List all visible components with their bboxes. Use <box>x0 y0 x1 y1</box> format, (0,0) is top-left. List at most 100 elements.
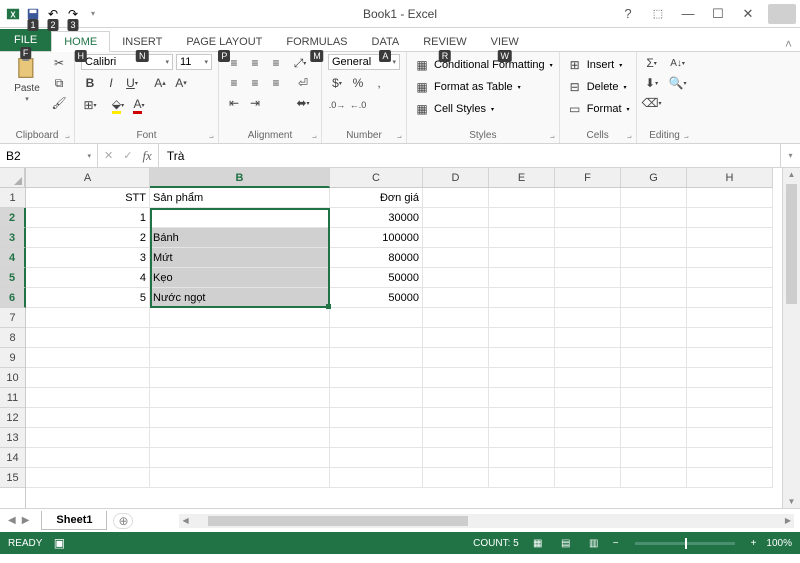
cell-F5[interactable] <box>555 268 621 288</box>
cell-B1[interactable]: Sản phẩm <box>150 188 330 208</box>
cell-F15[interactable] <box>555 468 621 488</box>
align-center-icon[interactable]: ≡ <box>246 74 264 92</box>
font-color-icon[interactable]: A▾ <box>130 96 148 114</box>
cell-H9[interactable] <box>687 348 773 368</box>
scroll-right-icon[interactable]: ▶ <box>782 516 794 525</box>
horizontal-scrollbar[interactable]: ◀ ▶ <box>179 514 794 528</box>
enter-formula-icon[interactable]: ✓ <box>123 149 132 162</box>
expand-formula-bar-icon[interactable]: ▾ <box>780 144 800 167</box>
cell-H15[interactable] <box>687 468 773 488</box>
cell-C1[interactable]: Đơn giá <box>330 188 423 208</box>
italic-button[interactable]: I <box>102 74 120 92</box>
cell-H5[interactable] <box>687 268 773 288</box>
cell-C12[interactable] <box>330 408 423 428</box>
row-header-15[interactable]: 15 <box>0 468 25 488</box>
cell-E15[interactable] <box>489 468 555 488</box>
cell-B5[interactable]: Kẹo <box>150 268 330 288</box>
cell-A3[interactable]: 2 <box>26 228 150 248</box>
cell-G7[interactable] <box>621 308 687 328</box>
cell-C13[interactable] <box>330 428 423 448</box>
sheet-nav-prev-icon[interactable]: ◀ <box>8 515 16 526</box>
column-header-B[interactable]: B <box>150 168 330 188</box>
cell-F4[interactable] <box>555 248 621 268</box>
cell-C2[interactable]: 30000 <box>330 208 423 228</box>
cell-G1[interactable] <box>621 188 687 208</box>
tab-data[interactable]: DATAA <box>360 32 412 51</box>
scroll-left-icon[interactable]: ◀ <box>179 516 191 525</box>
cell-F7[interactable] <box>555 308 621 328</box>
wrap-text-icon[interactable]: ⏎ <box>291 74 315 92</box>
cell-C15[interactable] <box>330 468 423 488</box>
cell-C5[interactable]: 50000 <box>330 268 423 288</box>
cell-D15[interactable] <box>423 468 489 488</box>
qat-dropdown-icon[interactable]: ▾ <box>84 5 102 23</box>
cell-H1[interactable] <box>687 188 773 208</box>
cell-H13[interactable] <box>687 428 773 448</box>
cell-H10[interactable] <box>687 368 773 388</box>
font-size-dropdown[interactable]: 11▾ <box>176 54 212 70</box>
cell-H11[interactable] <box>687 388 773 408</box>
cell-E9[interactable] <box>489 348 555 368</box>
cell-B4[interactable]: Mứt <box>150 248 330 268</box>
cell-E5[interactable] <box>489 268 555 288</box>
macro-record-icon[interactable]: ▣ <box>50 534 68 552</box>
cell-B7[interactable] <box>150 308 330 328</box>
row-header-5[interactable]: 5 <box>0 268 26 288</box>
fill-color-icon[interactable]: ⬙▾ <box>109 96 127 114</box>
select-all-corner[interactable] <box>0 168 25 188</box>
cell-D7[interactable] <box>423 308 489 328</box>
cell-H3[interactable] <box>687 228 773 248</box>
cell-B13[interactable] <box>150 428 330 448</box>
cell-H12[interactable] <box>687 408 773 428</box>
cell-D3[interactable] <box>423 228 489 248</box>
row-header-4[interactable]: 4 <box>0 248 26 268</box>
minimize-icon[interactable]: — <box>674 4 702 24</box>
cell-D4[interactable] <box>423 248 489 268</box>
insert-cells-button[interactable]: ⊞Insert▾ <box>566 56 623 74</box>
align-right-icon[interactable]: ≡ <box>267 74 285 92</box>
decrease-decimal-icon[interactable]: ←.0 <box>349 96 367 114</box>
cell-F14[interactable] <box>555 448 621 468</box>
cell-C3[interactable]: 100000 <box>330 228 423 248</box>
row-header-8[interactable]: 8 <box>0 328 25 348</box>
merge-center-icon[interactable]: ⬌▾ <box>291 94 315 112</box>
cell-E11[interactable] <box>489 388 555 408</box>
page-layout-view-icon[interactable]: ▤ <box>557 536 575 550</box>
close-icon[interactable]: ✕ <box>734 4 762 24</box>
row-header-11[interactable]: 11 <box>0 388 25 408</box>
paste-button[interactable]: Paste ▾ <box>6 54 48 103</box>
cell-E12[interactable] <box>489 408 555 428</box>
tab-page-layout[interactable]: PAGE LAYOUTP <box>174 32 274 51</box>
bold-button[interactable]: B <box>81 74 99 92</box>
sheet-tab[interactable]: Sheet1 <box>41 511 107 530</box>
underline-button[interactable]: U▾ <box>123 74 141 92</box>
cell-D11[interactable] <box>423 388 489 408</box>
cell-G11[interactable] <box>621 388 687 408</box>
cell-H7[interactable] <box>687 308 773 328</box>
cell-A12[interactable] <box>26 408 150 428</box>
cell-E8[interactable] <box>489 328 555 348</box>
fill-icon[interactable]: ⬇▾ <box>643 74 661 92</box>
cell-A11[interactable] <box>26 388 150 408</box>
tab-insert[interactable]: INSERTN <box>110 32 174 51</box>
cell-B14[interactable] <box>150 448 330 468</box>
cell-A15[interactable] <box>26 468 150 488</box>
format-cells-button[interactable]: ▭Format▾ <box>566 100 630 118</box>
cell-B12[interactable] <box>150 408 330 428</box>
tab-review[interactable]: REVIEWR <box>411 32 478 51</box>
cell-G8[interactable] <box>621 328 687 348</box>
zoom-level[interactable]: 100% <box>766 538 792 549</box>
sheet-nav-next-icon[interactable]: ▶ <box>22 515 30 526</box>
tab-formulas[interactable]: FORMULASM <box>274 32 359 51</box>
user-avatar-icon[interactable] <box>768 4 796 24</box>
cell-B15[interactable] <box>150 468 330 488</box>
cell-B2[interactable]: Trà <box>150 208 330 228</box>
align-bottom-icon[interactable]: ≡ <box>267 54 285 72</box>
column-header-D[interactable]: D <box>423 168 489 188</box>
align-left-icon[interactable]: ≡ <box>225 74 243 92</box>
cancel-formula-icon[interactable]: ✕ <box>104 149 113 162</box>
cell-D9[interactable] <box>423 348 489 368</box>
cell-B11[interactable] <box>150 388 330 408</box>
cell-E4[interactable] <box>489 248 555 268</box>
autosum-icon[interactable]: Σ▾ <box>643 54 661 72</box>
